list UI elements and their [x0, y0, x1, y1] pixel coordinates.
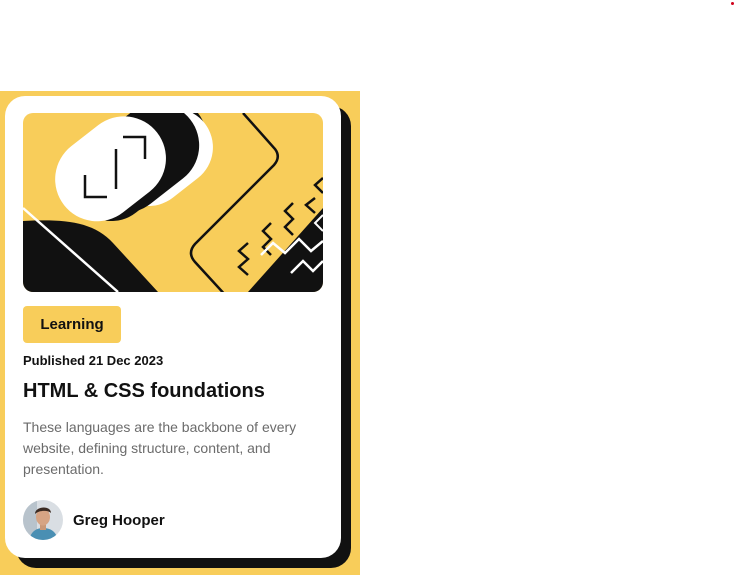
- card-title[interactable]: HTML & CSS foundations: [23, 380, 265, 403]
- author-name[interactable]: Greg Hooper: [73, 512, 165, 529]
- published-date: Published 21 Dec 2023: [23, 353, 164, 368]
- indicator-dot: [731, 2, 734, 5]
- abstract-tech-illustration-icon: [23, 113, 323, 292]
- card-description: These languages are the backbone of ever…: [23, 419, 297, 477]
- author-avatar: [23, 500, 63, 540]
- category-tag[interactable]: Learning: [23, 306, 121, 343]
- blog-preview-card[interactable]: Learning Published 21 Dec 2023 HTML & CS…: [5, 96, 341, 558]
- author: Greg Hooper: [23, 500, 165, 540]
- page: Learning Published 21 Dec 2023 HTML & CS…: [0, 0, 736, 575]
- illustration-image: [23, 113, 323, 292]
